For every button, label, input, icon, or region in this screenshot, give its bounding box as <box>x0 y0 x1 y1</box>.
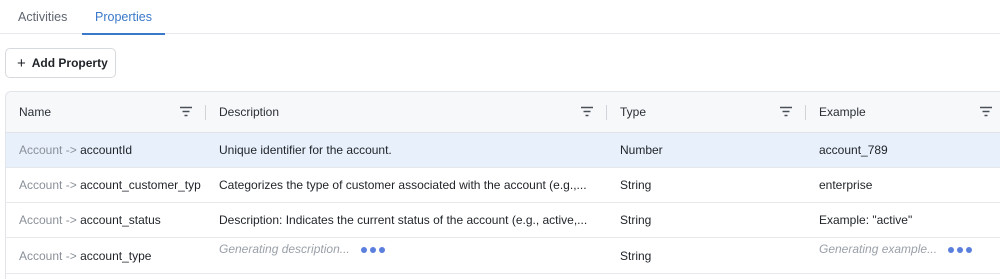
column-header-name: Name <box>19 105 52 119</box>
type-cell: String <box>620 178 652 192</box>
parent-entity: Account <box>19 213 63 227</box>
loading-dots-icon <box>948 246 973 253</box>
tab-bar: Activities Properties <box>0 0 1000 35</box>
property-name-cell: Account -> account_status <box>19 203 206 238</box>
parent-entity: Account <box>19 249 63 263</box>
plus-icon: + <box>17 54 26 72</box>
example-cell: enterprise <box>819 178 873 192</box>
column-header-type: Type <box>620 105 647 119</box>
description-cell: Generating description... <box>219 238 604 260</box>
type-cell: Number <box>620 143 663 157</box>
path-arrow: -> <box>65 213 77 227</box>
table-row[interactable]: Account -> accountId Unique identifier f… <box>6 133 1000 168</box>
type-cell: String <box>620 213 652 227</box>
property-name: accountId <box>80 143 133 157</box>
parent-entity: Account <box>19 143 63 157</box>
path-arrow: -> <box>65 178 77 192</box>
description-cell: Unique identifier for the account. <box>219 143 392 157</box>
example-cell: account_789 <box>819 143 888 157</box>
filter-icon[interactable] <box>980 106 992 117</box>
column-header-description: Description <box>219 105 280 119</box>
example-cell: Example: "active" <box>819 213 913 227</box>
generating-example-text: Generating example... <box>819 242 938 256</box>
property-name-cell: Account -> account_customer_typ <box>19 168 206 203</box>
property-name-cell: Account -> account_type <box>19 238 206 274</box>
property-name: account_type <box>80 249 152 263</box>
table-header: Name Description Type Example <box>6 92 1000 133</box>
filter-icon[interactable] <box>780 106 792 117</box>
table-row[interactable]: Account -> account_status Description: I… <box>6 203 1000 238</box>
column-divider[interactable] <box>606 105 607 120</box>
add-property-label: Add Property <box>31 56 108 70</box>
path-arrow: -> <box>65 249 77 263</box>
loading-dots-icon <box>361 246 386 253</box>
property-name-cell: Account -> accountId <box>19 133 206 168</box>
property-name: account_status <box>80 213 161 227</box>
tab-activities[interactable]: Activities <box>18 0 67 34</box>
table-row[interactable]: Account -> account_customer_typ Categori… <box>6 168 1000 203</box>
properties-table: Name Description Type Example Account ->… <box>5 91 1000 279</box>
filter-icon[interactable] <box>581 106 593 117</box>
table-row[interactable]: Account -> account_type Generating descr… <box>6 238 1000 274</box>
path-arrow: -> <box>65 143 77 157</box>
type-cell: String <box>620 249 652 263</box>
column-divider[interactable] <box>805 105 806 120</box>
add-property-button[interactable]: + Add Property <box>5 48 116 78</box>
column-divider[interactable] <box>205 105 206 120</box>
description-cell: Categorizes the type of customer associa… <box>219 178 587 192</box>
property-name: account_customer_typ <box>80 178 201 192</box>
generating-description-text: Generating description... <box>219 242 350 256</box>
column-header-example: Example <box>819 105 866 119</box>
parent-entity: Account <box>19 178 63 192</box>
tab-properties[interactable]: Properties <box>82 0 165 35</box>
filter-icon[interactable] <box>180 106 192 117</box>
example-cell: Generating example... <box>819 238 1000 260</box>
description-cell: Description: Indicates the current statu… <box>219 213 588 227</box>
